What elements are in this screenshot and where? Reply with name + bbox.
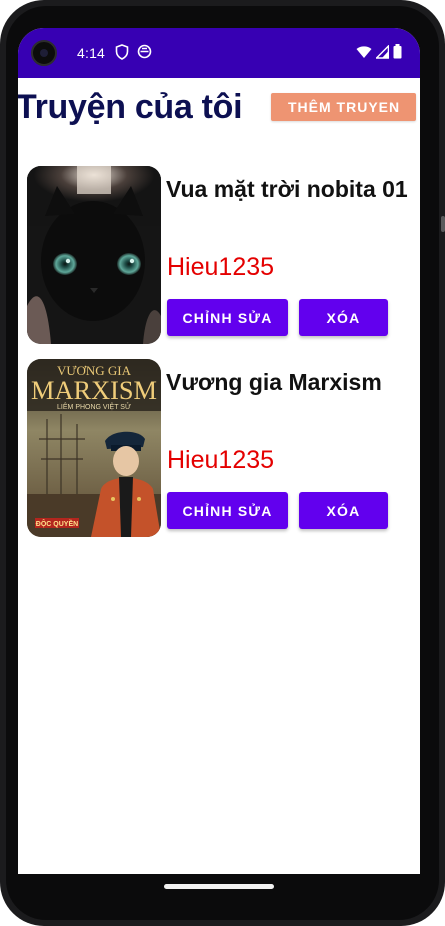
delete-story-button[interactable]: XÓA <box>299 492 388 529</box>
wifi-icon <box>356 45 372 64</box>
story-item: Vua mặt trời nobita 01 Hieu1235 CHỈNH SỬ… <box>27 166 417 346</box>
cover-main-text: MARXISM <box>31 376 157 405</box>
page-title: Truyện của tôi <box>18 88 243 126</box>
battery-icon <box>393 44 402 64</box>
status-time: 4:14 <box>77 45 106 61</box>
story-author: Hieu1235 <box>167 253 275 281</box>
home-gesture-bar[interactable] <box>164 884 274 889</box>
edit-story-button[interactable]: CHỈNH SỬA <box>167 299 288 336</box>
shield-icon <box>115 44 129 65</box>
phone-frame: 4:14 Truyện của tôi THÊM TRUYEN Vua mặt … <box>0 0 445 926</box>
page-header: Truyện của tôi THÊM TRUYEN <box>18 78 420 138</box>
story-author: Hieu1235 <box>167 446 275 474</box>
story-cover-image[interactable]: ĐỘC QUYỀN VƯƠNG GIA MARXISM LIÊM PHONG V… <box>27 359 161 537</box>
status-icons <box>356 43 402 64</box>
app-screen: 4:14 Truyện của tôi THÊM TRUYEN Vua mặt … <box>18 28 420 874</box>
story-cover-image[interactable] <box>27 166 161 344</box>
story-title: Vương gia Marxism <box>166 369 382 395</box>
story-item: ĐỘC QUYỀN VƯƠNG GIA MARXISM LIÊM PHONG V… <box>27 359 417 539</box>
status-bar: 4:14 <box>18 28 420 78</box>
delete-story-button[interactable]: XÓA <box>299 299 388 336</box>
edit-story-button[interactable]: CHỈNH SỬA <box>167 492 288 529</box>
side-button <box>441 216 445 232</box>
camera-cutout <box>31 40 57 66</box>
add-story-button[interactable]: THÊM TRUYEN <box>271 93 416 121</box>
cover-sub-text: LIÊM PHONG VIỆT SỬ <box>57 402 131 411</box>
notification-icon <box>137 44 152 64</box>
story-title: Vua mặt trời nobita 01 <box>166 176 408 202</box>
signal-icon <box>374 43 390 64</box>
